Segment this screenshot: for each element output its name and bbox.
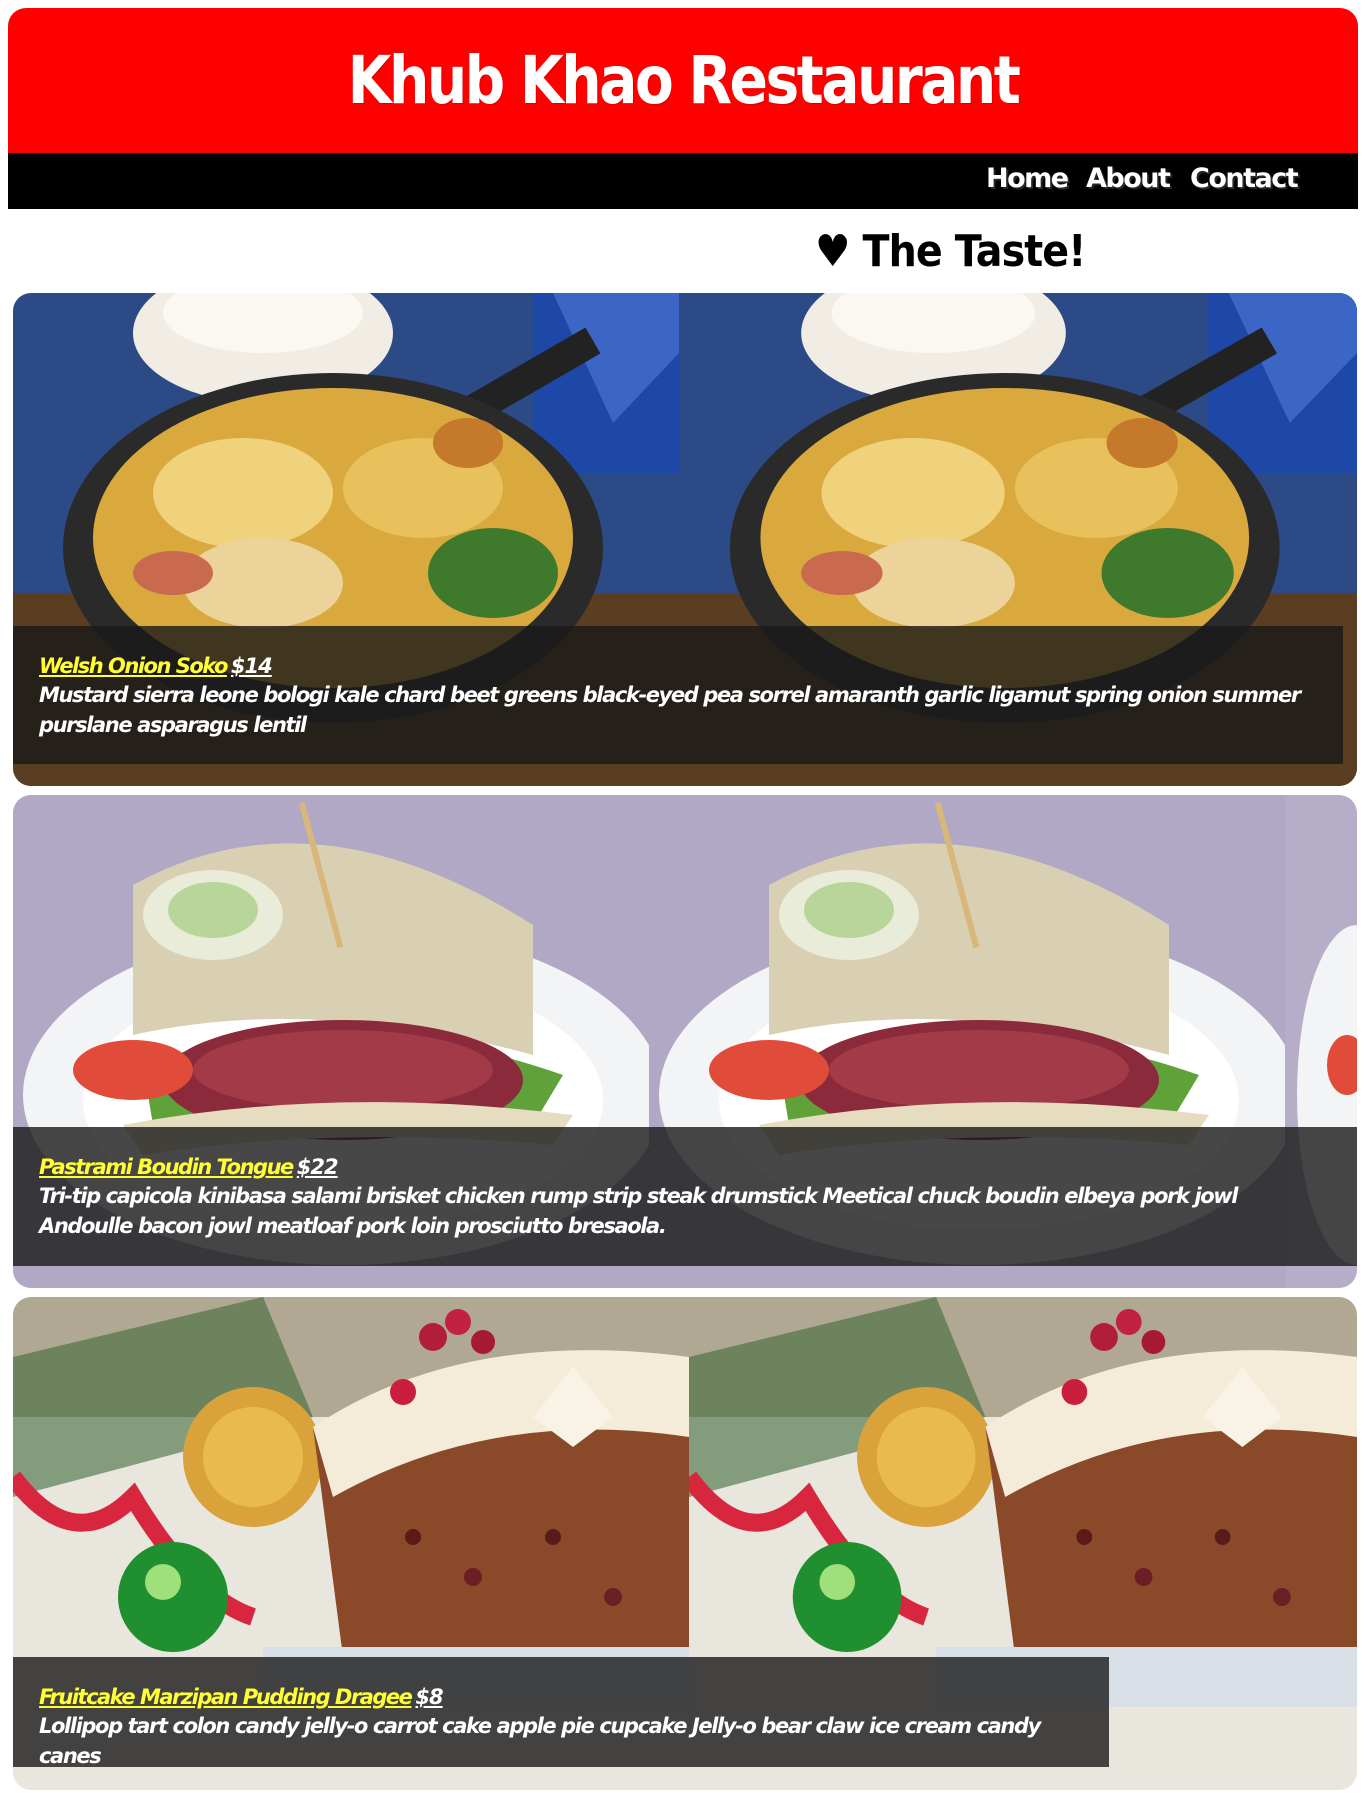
- menu-item-name[interactable]: Pastrami Boudin Tongue: [39, 1155, 294, 1179]
- menu-item-caption: Pastrami Boudin Tongue $22 Tri-tip capico…: [13, 1127, 1357, 1266]
- menu-item-price: $8: [415, 1685, 443, 1709]
- site-header: Khub Khao Restaurant: [8, 8, 1358, 153]
- menu-item-description: Mustard sierra leone bologi kale chard b…: [39, 683, 1301, 737]
- menu-item-name[interactable]: Fruitcake Marzipan Pudding Dragee: [39, 1685, 413, 1709]
- menu-item-caption: Fruitcake Marzipan Pudding Dragee $8 Loll…: [13, 1657, 1109, 1768]
- menu-item-name[interactable]: Welsh Onion Soko: [39, 654, 228, 678]
- menu-item-price: $22: [296, 1155, 339, 1179]
- site-title: Khub Khao Restaurant: [347, 42, 1021, 119]
- menu-item-card: Welsh Onion Soko $14 Mustard sierra leone…: [13, 293, 1357, 786]
- nav-about-link[interactable]: About: [1086, 163, 1171, 194]
- menu-item-card: Fruitcake Marzipan Pudding Dragee $8 Loll…: [13, 1297, 1357, 1790]
- nav-contact-link[interactable]: Contact: [1190, 163, 1299, 194]
- menu-item-description: Lollipop tart colon candy jelly-o carrot…: [39, 1714, 1041, 1768]
- menu-item-description: Tri-tip capicola kinibasa salami brisket…: [39, 1184, 1238, 1238]
- menu-item-caption: Welsh Onion Soko $14 Mustard sierra leone…: [13, 626, 1343, 764]
- tagline: ♥ The Taste!: [815, 226, 1086, 277]
- menu-item-price: $14: [230, 654, 273, 678]
- menu-item-card: Pastrami Boudin Tongue $22 Tri-tip capico…: [13, 795, 1357, 1288]
- nav-home-link[interactable]: Home: [986, 163, 1069, 194]
- main-nav: Home About Contact: [8, 153, 1358, 209]
